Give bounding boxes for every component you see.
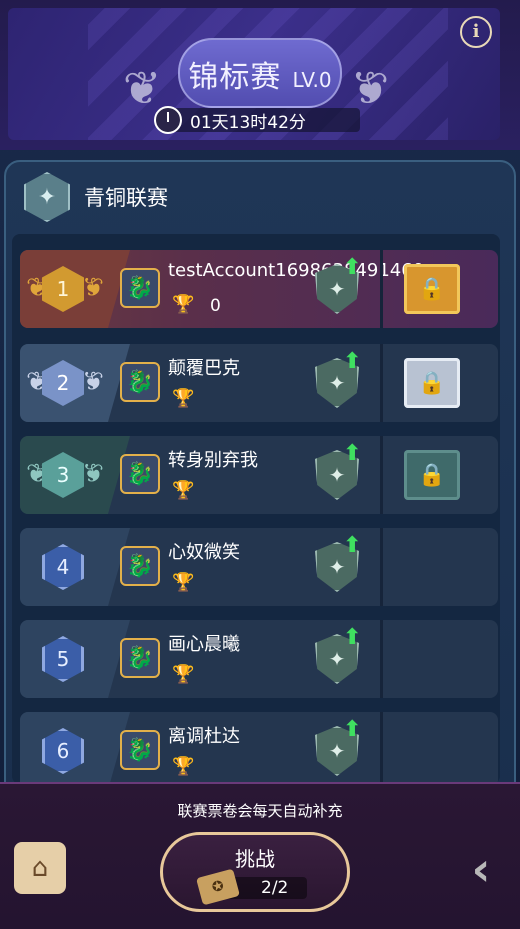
dragon-avatar[interactable]: 🐉 bbox=[120, 268, 160, 308]
trophy-icon: 🏆 bbox=[172, 664, 195, 685]
row-divider bbox=[380, 712, 383, 784]
dragon-avatar[interactable]: 🐉 bbox=[120, 362, 160, 402]
tournament-title: 锦标赛 bbox=[188, 60, 282, 95]
promote-arrow-icon: ⬆ bbox=[343, 255, 362, 280]
silver-chest-icon[interactable]: 🔒 bbox=[404, 358, 460, 408]
league-panel: ✦ 青铜联赛 ❦ 1 ❦ 🐉 testAccount1698638491460 … bbox=[4, 160, 516, 800]
gold-chest-icon[interactable]: 🔒 bbox=[404, 264, 460, 314]
dragon-avatar[interactable]: 🐉 bbox=[120, 638, 160, 678]
promote-arrow-icon: ⬆ bbox=[343, 533, 362, 558]
tournament-level: LV.0 bbox=[292, 68, 332, 92]
bottom-bar: 联赛票卷会每天自动补充 ⌂ 挑战 ✪ 2/2 ‹ bbox=[0, 782, 520, 929]
shop-icon[interactable]: ⌂ bbox=[14, 842, 66, 894]
league-name: 青铜联赛 bbox=[84, 186, 168, 210]
row-divider bbox=[380, 436, 383, 514]
bronze-chest-icon[interactable]: 🔒 bbox=[404, 450, 460, 500]
dragon-avatar[interactable]: 🐉 bbox=[120, 730, 160, 770]
trophy-icon: 🏆 bbox=[172, 756, 195, 777]
player-name: 颠覆巴克 bbox=[168, 358, 240, 379]
ranking-row-3[interactable]: ❦ 3 ❦ 🐉 转身别弃我 🏆 ✦ ⬆ 🔒 bbox=[20, 436, 498, 514]
tournament-header: ❦ ❦ 锦标赛 LV.0 01天13时42分 i bbox=[0, 0, 520, 150]
promote-arrow-icon: ⬆ bbox=[343, 349, 362, 374]
player-name: 转身别弃我 bbox=[168, 450, 258, 471]
ranking-row-4[interactable]: 4 🐉 心奴微笑 🏆 ✦ ⬆ bbox=[20, 528, 498, 606]
laurel-icon: ❦ bbox=[82, 273, 104, 303]
promote-arrow-icon: ⬆ bbox=[343, 625, 362, 650]
trophy-icon: 🏆 bbox=[172, 294, 195, 315]
back-arrow-icon[interactable]: ‹ bbox=[456, 844, 506, 894]
player-name: 画心晨曦 bbox=[168, 634, 240, 655]
ticket-icon: ✪ bbox=[196, 868, 240, 906]
info-icon[interactable]: i bbox=[460, 16, 492, 48]
player-name: testAccount1698638491460 bbox=[168, 260, 425, 281]
ticket-counter: ✪ 2/2 bbox=[196, 868, 307, 906]
league-header: ✦ 青铜联赛 bbox=[24, 172, 168, 222]
ranking-row-6[interactable]: 6 🐉 离调杜达 🏆 ✦ ⬆ bbox=[20, 712, 498, 784]
row-divider bbox=[380, 250, 383, 328]
laurel-icon: ❦ bbox=[82, 367, 104, 397]
ranking-list[interactable]: ❦ 1 ❦ 🐉 testAccount1698638491460 🏆 0 ✦ ⬆… bbox=[12, 234, 500, 784]
row-divider bbox=[380, 344, 383, 422]
timer-text: 01天13时42分 bbox=[190, 112, 306, 133]
promote-arrow-icon: ⬆ bbox=[343, 441, 362, 466]
ticket-notice: 联赛票卷会每天自动补充 bbox=[177, 802, 343, 820]
countdown-timer: 01天13时42分 bbox=[154, 106, 360, 134]
row-divider bbox=[380, 620, 383, 698]
title-wrap: 锦标赛 LV.0 bbox=[0, 52, 520, 96]
player-name: 离调杜达 bbox=[168, 726, 240, 747]
promote-arrow-icon: ⬆ bbox=[343, 717, 362, 742]
trophy-icon: 🏆 bbox=[172, 388, 195, 409]
dragon-badge-icon: ✦ bbox=[24, 172, 70, 222]
laurel-icon: ❦ bbox=[82, 459, 104, 489]
ranking-row-5[interactable]: 5 🐉 画心晨曦 🏆 ✦ ⬆ bbox=[20, 620, 498, 698]
dragon-avatar[interactable]: 🐉 bbox=[120, 454, 160, 494]
player-name: 心奴微笑 bbox=[168, 542, 240, 563]
challenge-label: 挑战 bbox=[235, 847, 275, 871]
ranking-row-1[interactable]: ❦ 1 ❦ 🐉 testAccount1698638491460 🏆 0 ✦ ⬆… bbox=[20, 250, 498, 328]
challenge-button[interactable]: 挑战 ✪ 2/2 bbox=[160, 832, 350, 912]
ticket-count: 2/2 bbox=[261, 878, 289, 898]
row-divider bbox=[380, 528, 383, 606]
dragon-avatar[interactable]: 🐉 bbox=[120, 546, 160, 586]
clock-icon bbox=[154, 106, 182, 134]
trophy-icon: 🏆 bbox=[172, 572, 195, 593]
player-score: 0 bbox=[210, 296, 221, 316]
ranking-row-2[interactable]: ❦ 2 ❦ 🐉 颠覆巴克 🏆 ✦ ⬆ 🔒 bbox=[20, 344, 498, 422]
trophy-icon: 🏆 bbox=[172, 480, 195, 501]
